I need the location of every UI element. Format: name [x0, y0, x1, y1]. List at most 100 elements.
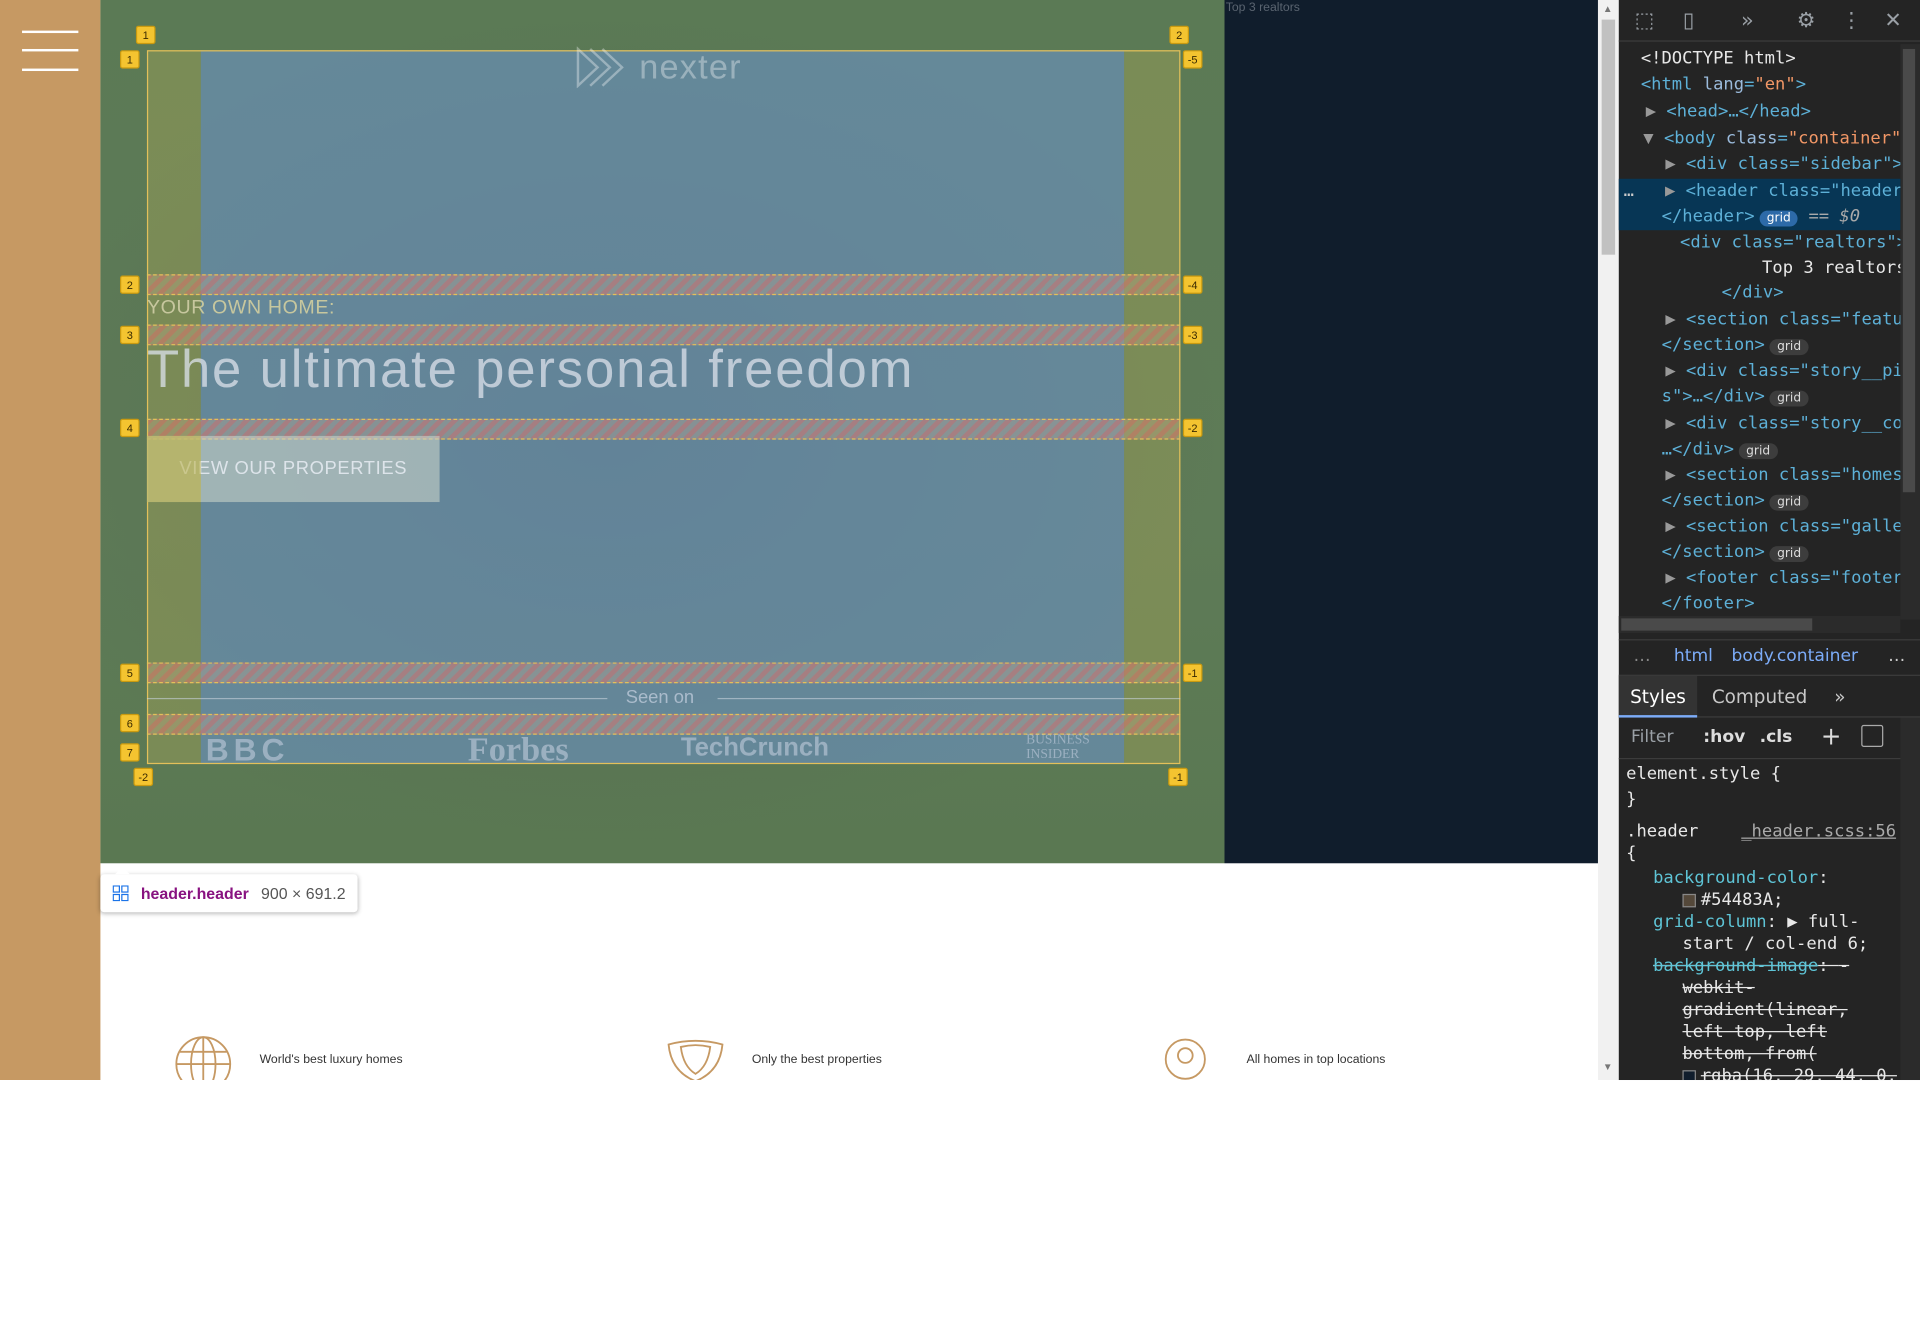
device-toolbar-icon[interactable]: ▯ [1675, 7, 1702, 34]
tab-computed[interactable]: Computed [1705, 676, 1815, 718]
dom-footer-close[interactable]: </footer> [1662, 591, 1755, 617]
feature-text: All homes in top locations [1246, 1052, 1386, 1066]
color-swatch[interactable] [1682, 893, 1696, 907]
hero-sub-heading: YOUR OWN HOME: [146, 297, 336, 319]
feature-item: Only the best properties [666, 1035, 882, 1081]
dom-tree-hscrollbar-thumb[interactable] [1621, 618, 1813, 631]
breadcrumb-html[interactable]: html [1674, 647, 1713, 667]
grid-badge-pill[interactable]: grid [1769, 546, 1809, 563]
logo-text: nexter [639, 47, 742, 86]
css-prop-background-color[interactable]: background-color: [1653, 867, 1828, 889]
grid-line-badge: -1 [1168, 767, 1188, 787]
dom-doctype[interactable]: <!DOCTYPE html> [1641, 47, 1796, 73]
bbc-logo: BBC [205, 731, 290, 768]
scroll-down-icon[interactable]: ▼ [1603, 1062, 1613, 1073]
dom-header-node[interactable]: … ▶ <header class="header" [1624, 179, 1901, 205]
new-style-rule-icon[interactable]: + [1821, 721, 1842, 750]
dom-features-node[interactable]: ▶ <section class="featur [1665, 307, 1900, 333]
breadcrumb-body[interactable]: body.container [1731, 647, 1858, 667]
element-style-rule[interactable]: element.style { [1626, 763, 1781, 785]
grid-line-badge: 1 [135, 25, 156, 45]
dom-footer-node[interactable]: ▶ <footer class="footer" [1665, 566, 1900, 592]
styles-pane: element.style { } .header _header.scss:5… [1619, 759, 1901, 1081]
hero-heading: The ultimate personal freedom [146, 340, 915, 400]
dom-realtors-node[interactable]: <div class="realtors"> [1680, 230, 1900, 256]
logo-play-icon [576, 46, 624, 89]
dom-homes-node[interactable]: ▶ <section class="homes" [1665, 463, 1900, 489]
dom-story-content-node[interactable]: ▶ <div class="story__con [1665, 411, 1900, 437]
dom-div-close: </div> [1721, 282, 1784, 303]
dom-html-node[interactable]: <html lang="en"> [1641, 72, 1806, 98]
filter-input[interactable]: Filter [1631, 727, 1673, 747]
dom-story-pictures-close[interactable]: s">…</div> grid [1662, 384, 1809, 410]
css-value-background-color[interactable]: #54483A; [1682, 889, 1783, 911]
cls-toggle[interactable]: .cls [1760, 727, 1793, 747]
devtools-toolbar: ⬚ ▯ » ⚙ ⋮ ✕ [1618, 0, 1920, 42]
dom-story-content-close[interactable]: …</div> grid [1662, 437, 1778, 463]
more-tabs-icon[interactable]: » [1827, 676, 1853, 718]
grid-badge-pill[interactable]: grid [1769, 339, 1809, 356]
dom-realtors-text: Top 3 realtors [1762, 258, 1901, 278]
dom-story-pictures-node[interactable]: ▶ <div class="story__pic [1665, 359, 1900, 385]
breadcrumb-more[interactable]: … [1633, 647, 1650, 667]
dom-body-node[interactable]: ▼ <body class="container" [1643, 126, 1900, 152]
seen-on-line-left [146, 697, 608, 700]
css-value-grid-column[interactable]: start / col-end 6; [1682, 933, 1868, 955]
grid-line-badge: -3 [1182, 325, 1203, 345]
more-tabs-icon[interactable]: » [1734, 7, 1761, 34]
toggle-sidebar-icon[interactable] [1861, 724, 1884, 747]
dom-gallery-node[interactable]: ▶ <section class="galler [1665, 514, 1900, 540]
styles-pane-scrollbar[interactable] [1900, 717, 1920, 1081]
css-brace: } [1626, 789, 1637, 810]
css-value-line: webkit- [1682, 978, 1755, 998]
dom-tree: <!DOCTYPE html> <html lang="en"> ▶ <head… [1619, 44, 1901, 620]
grid-line-badge: -4 [1182, 275, 1203, 294]
grid-column-gap-highlight [146, 435, 201, 503]
dom-head-node[interactable]: ▶ <head>…</head> [1646, 99, 1811, 125]
close-devtools-icon[interactable]: ✕ [1880, 7, 1907, 34]
tab-styles[interactable]: Styles [1618, 675, 1698, 718]
settings-gear-icon[interactable]: ⚙ [1793, 7, 1820, 34]
dom-gallery-close[interactable]: </section> grid [1662, 540, 1809, 566]
tooltip-dimensions: 900 × 691.2 [261, 884, 346, 903]
grid-badge-pill[interactable]: grid [1759, 210, 1799, 227]
css-selector[interactable]: .header [1626, 820, 1698, 842]
dom-homes-close[interactable]: </section> grid [1662, 489, 1809, 515]
grid-overlay-outline [146, 50, 1181, 765]
grid-badge-pill[interactable]: grid [1769, 390, 1809, 407]
kebab-menu-icon[interactable]: ⋮ [1838, 7, 1865, 34]
grid-line-badge: 4 [120, 418, 140, 438]
seen-on-label: Seen on [625, 686, 695, 708]
page-scrollbar-thumb[interactable] [1601, 19, 1616, 255]
grid-badge-pill[interactable]: grid [1769, 494, 1809, 511]
scroll-up-icon[interactable]: ▲ [1603, 4, 1613, 15]
grid-badge-pill[interactable]: grid [1738, 443, 1778, 460]
dom-sidebar-node[interactable]: ▶ <div class="sidebar">… [1665, 152, 1900, 178]
realtors-panel: Top 3 realtors [1224, 0, 1598, 864]
trophy-icon [667, 1039, 724, 1081]
map-pin-icon [1164, 1038, 1206, 1080]
hov-toggle[interactable]: :hov [1703, 727, 1745, 747]
css-prop-grid-column[interactable]: grid-column: ▶ full- [1653, 911, 1859, 933]
dom-tree-scrollbar-thumb[interactable] [1902, 48, 1916, 493]
grid-line-badge: 2 [120, 275, 140, 294]
grid-icon [112, 885, 129, 902]
dom-section-close[interactable]: </section> grid [1662, 333, 1809, 359]
css-value-line: rgba(16, 29, 44, 0. [1682, 1065, 1897, 1081]
css-source-link[interactable]: _header.scss:56 [1741, 820, 1896, 842]
globe-icon [175, 1036, 232, 1081]
grid-line-badge: 1 [120, 50, 140, 69]
dom-header-close[interactable]: </header> grid == $0 [1662, 204, 1860, 230]
hamburger-menu-icon[interactable] [22, 29, 79, 73]
business-insider-logo: BUSINESS INSIDER [1026, 732, 1090, 762]
breadcrumb: … html body.container … [1618, 639, 1920, 676]
nexter-logo: nexter [576, 46, 742, 89]
inspect-element-icon[interactable]: ⬚ [1631, 7, 1658, 34]
css-prop-background-image[interactable]: background-image: - [1653, 955, 1849, 977]
feature-text: World's best luxury homes [259, 1052, 403, 1066]
breadcrumb-trail[interactable]: … [1888, 647, 1905, 667]
styles-tab-bar: Styles Computed » [1618, 675, 1920, 718]
web-page: Top 3 realtors nexter YOUR OWN HOME: The… [0, 0, 1598, 1081]
feature-item: World's best luxury homes [174, 1035, 403, 1081]
color-swatch[interactable] [1682, 1069, 1696, 1081]
